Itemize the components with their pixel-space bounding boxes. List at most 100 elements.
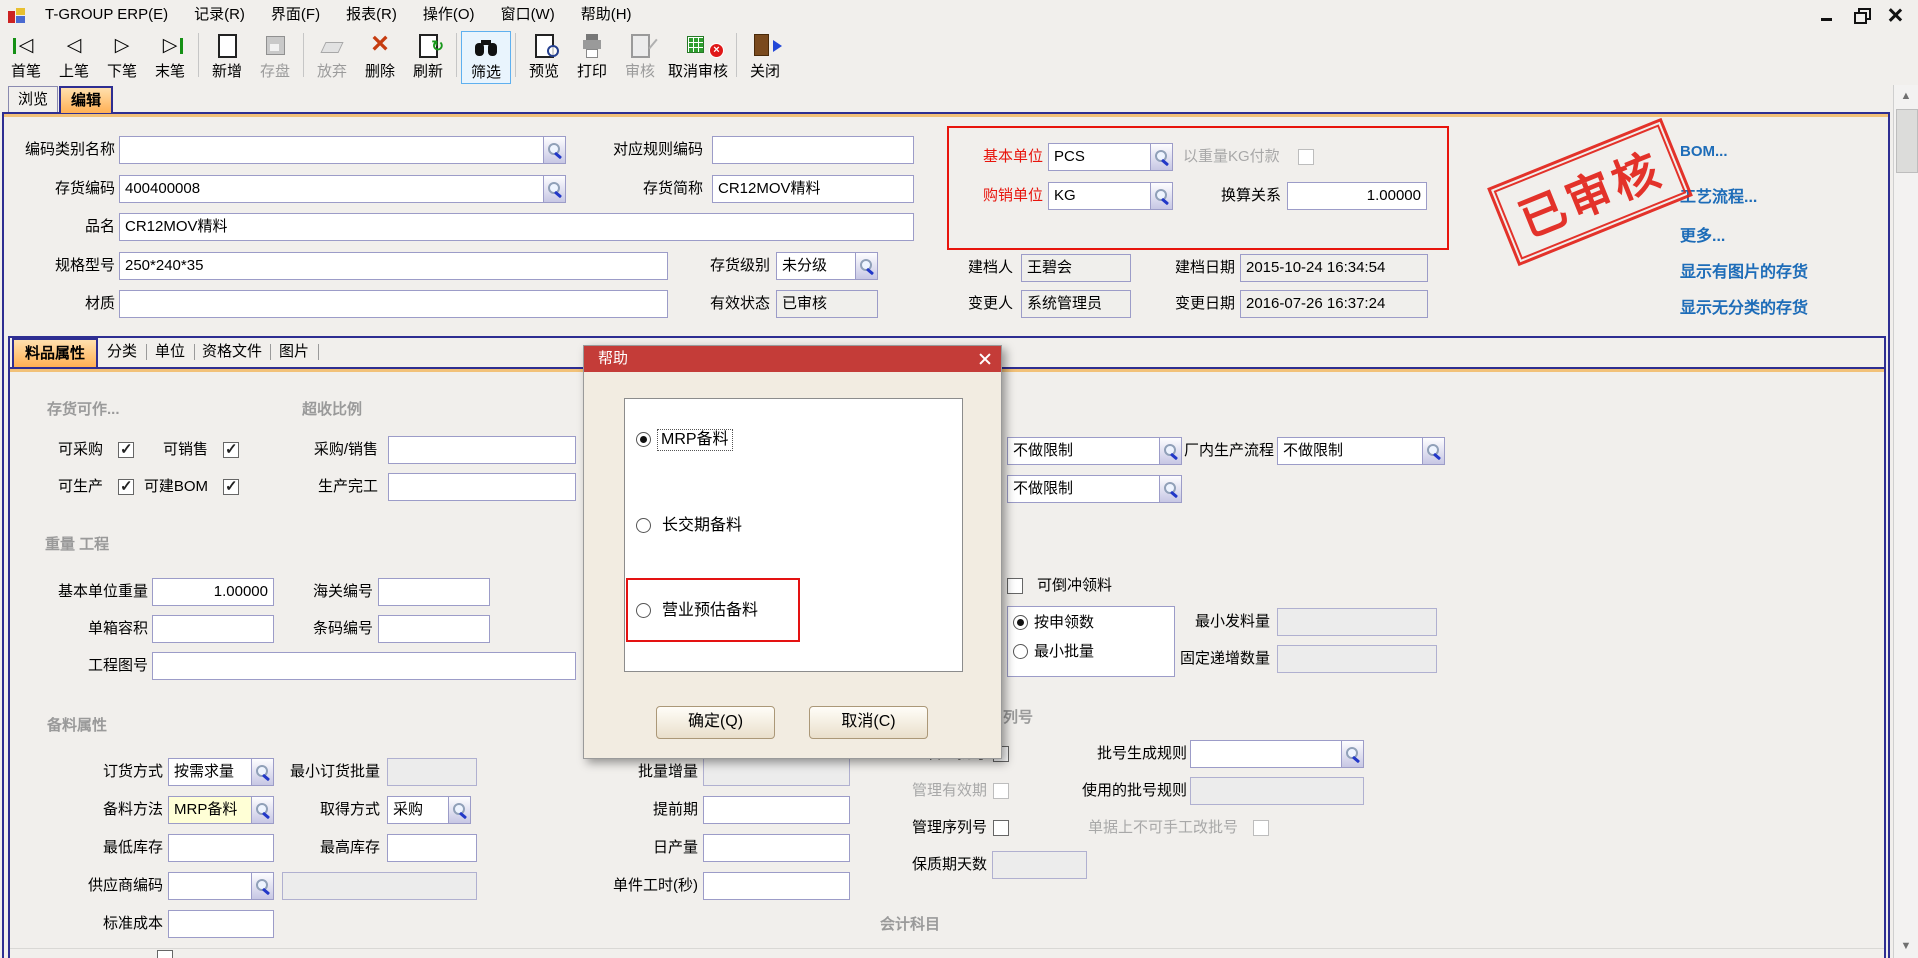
lead-time-field[interactable] — [703, 796, 850, 824]
bom-link[interactable]: BOM... — [1680, 143, 1728, 160]
trade-unit-field[interactable]: KG — [1048, 182, 1151, 210]
cancel-audit-button[interactable]: 取消审核 — [664, 31, 732, 82]
scroll-thumb[interactable] — [1896, 109, 1918, 173]
mrp-prep-option[interactable]: MRP备料 — [658, 430, 732, 450]
box-volume-field[interactable] — [152, 615, 274, 643]
base-unit-field[interactable]: PCS — [1048, 143, 1151, 171]
limit-field-2[interactable]: 不做限制 — [1007, 475, 1160, 503]
menu-help[interactable]: 帮助(H) — [568, 0, 645, 30]
max-stock-field[interactable] — [387, 834, 477, 862]
tab-classification[interactable]: 分类 — [100, 338, 144, 367]
dialog-ok-button[interactable]: 确定(Q) — [656, 706, 775, 739]
factory-flow-field[interactable]: 不做限制 — [1277, 437, 1423, 465]
acquire-field[interactable]: 采购 — [387, 796, 449, 824]
preview-button[interactable]: 预览 — [520, 31, 568, 82]
item-code-lookup-icon[interactable] — [543, 175, 566, 203]
customs-field[interactable] — [378, 578, 490, 606]
menu-interface[interactable]: 界面(F) — [258, 0, 333, 30]
level-field[interactable]: 未分级 — [776, 252, 856, 280]
spec-field[interactable]: 250*240*35 — [119, 252, 668, 280]
conversion-field[interactable]: 1.00000 — [1287, 182, 1427, 210]
limit-1-lookup-icon[interactable] — [1159, 437, 1182, 465]
unit-hours-field[interactable] — [703, 872, 850, 900]
by-request-radio[interactable] — [1013, 615, 1028, 630]
menu-record[interactable]: 记录(R) — [181, 0, 258, 30]
supplier-lookup-icon[interactable] — [251, 872, 274, 900]
purchasable-checkbox[interactable] — [118, 442, 134, 458]
tab-browse[interactable]: 浏览 — [8, 86, 58, 113]
code-category-lookup-icon[interactable] — [543, 136, 566, 164]
refresh-button[interactable]: 刷新 — [404, 31, 452, 82]
tab-qualification[interactable]: 资格文件 — [196, 338, 268, 367]
trade-unit-lookup-icon[interactable] — [1150, 182, 1173, 210]
filter-button[interactable]: 筛选 — [461, 31, 511, 84]
production-done-field[interactable] — [388, 473, 576, 501]
tab-image[interactable]: 图片 — [272, 338, 316, 367]
no-manual-batch-checkbox — [1253, 820, 1269, 836]
dialog-close-button[interactable] — [977, 351, 993, 367]
tab-item-properties[interactable]: 料品属性 — [12, 338, 98, 367]
prev-record-button[interactable]: 上笔 — [50, 31, 98, 82]
prep-method-lookup-icon[interactable] — [251, 796, 274, 824]
menu-window[interactable]: 窗口(W) — [488, 0, 568, 30]
code-category-field[interactable] — [119, 136, 566, 164]
product-name-field[interactable]: CR12MOV精料 — [119, 213, 914, 241]
menu-operation[interactable]: 操作(O) — [410, 0, 488, 30]
more-link[interactable]: 更多... — [1680, 222, 1725, 246]
backflush-checkbox[interactable] — [1007, 578, 1023, 594]
daily-output-field[interactable] — [703, 834, 850, 862]
bom-allowed-checkbox[interactable] — [223, 479, 239, 495]
drawing-field[interactable] — [152, 652, 576, 680]
show-unclassified-link[interactable]: 显示无分类的存货 — [1680, 294, 1808, 318]
first-record-button[interactable]: 首笔 — [2, 31, 50, 82]
minimize-button[interactable] — [1814, 5, 1840, 25]
short-name-field[interactable]: CR12MOV精料 — [712, 175, 914, 203]
partial-checkbox[interactable] — [157, 950, 173, 958]
tab-unit[interactable]: 单位 — [148, 338, 192, 367]
menu-report[interactable]: 报表(R) — [333, 0, 410, 30]
print-button[interactable]: 打印 — [568, 31, 616, 82]
factory-flow-label: 厂内生产流程 — [1182, 437, 1274, 465]
prep-method-field[interactable]: MRP备料 — [168, 796, 252, 824]
producible-checkbox[interactable] — [118, 479, 134, 495]
scroll-down-icon[interactable] — [1896, 937, 1916, 955]
close-button[interactable] — [1882, 5, 1908, 25]
barcode-field[interactable] — [378, 615, 490, 643]
long-lead-prep-option[interactable]: 长交期备料 — [662, 517, 742, 535]
base-unit-lookup-icon[interactable] — [1150, 143, 1173, 171]
toolbar-separator — [303, 33, 304, 77]
batch-rule-field[interactable] — [1190, 740, 1342, 768]
acquire-lookup-icon[interactable] — [448, 796, 471, 824]
material-field[interactable] — [119, 290, 668, 318]
purchase-sale-field[interactable] — [388, 436, 576, 464]
min-stock-field[interactable] — [168, 834, 274, 862]
level-lookup-icon[interactable] — [855, 252, 878, 280]
mrp-prep-radio[interactable] — [636, 432, 651, 447]
manage-serial-checkbox[interactable] — [993, 820, 1009, 836]
long-lead-prep-radio[interactable] — [636, 518, 651, 533]
dialog-cancel-button[interactable]: 取消(C) — [809, 706, 928, 739]
batch-rule-lookup-icon[interactable] — [1341, 740, 1364, 768]
limit-2-lookup-icon[interactable] — [1159, 475, 1182, 503]
item-code-field[interactable]: 400400008 — [119, 175, 566, 203]
close-form-button[interactable]: 关闭 — [741, 31, 789, 82]
order-method-lookup-icon[interactable] — [251, 758, 274, 786]
menu-app[interactable]: T-GROUP ERP(E) — [32, 0, 181, 30]
limit-field-1[interactable]: 不做限制 — [1007, 437, 1160, 465]
next-record-button[interactable]: 下笔 — [98, 31, 146, 82]
std-cost-field[interactable] — [168, 910, 274, 938]
new-button[interactable]: 新增 — [203, 31, 251, 82]
min-batch-radio[interactable] — [1013, 644, 1028, 659]
tab-edit[interactable]: 编辑 — [59, 86, 113, 113]
base-weight-field[interactable]: 1.00000 — [152, 578, 274, 606]
delete-button[interactable]: 删除 — [356, 31, 404, 82]
scroll-up-icon[interactable] — [1896, 87, 1916, 105]
sellable-checkbox[interactable] — [223, 442, 239, 458]
supplier-field[interactable] — [168, 872, 252, 900]
show-with-image-link[interactable]: 显示有图片的存货 — [1680, 258, 1808, 282]
rule-code-field[interactable] — [712, 136, 914, 164]
restore-button[interactable] — [1848, 5, 1874, 25]
last-record-button[interactable]: 末笔 — [146, 31, 194, 82]
factory-flow-lookup-icon[interactable] — [1422, 437, 1445, 465]
order-method-field[interactable]: 按需求量 — [168, 758, 252, 786]
